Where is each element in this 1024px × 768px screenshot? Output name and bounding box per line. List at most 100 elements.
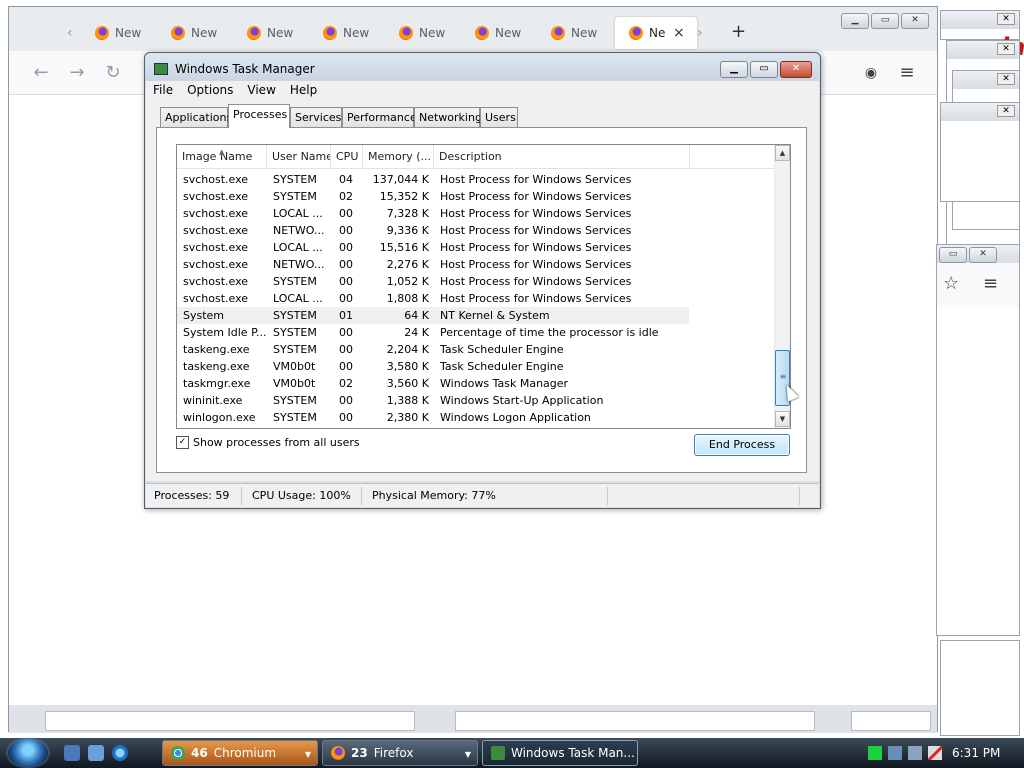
switch-windows-icon[interactable] — [88, 745, 104, 761]
firefox-logo-icon — [399, 26, 413, 40]
taskbar-chromium-button[interactable]: 46 Chromium ▼ — [162, 740, 318, 766]
menu-help[interactable]: Help — [283, 81, 324, 101]
reload-button[interactable]: ↻ — [101, 61, 125, 85]
cell-memory: 15,516 K — [379, 241, 429, 254]
stacked-window-field — [455, 711, 815, 731]
cell-memory: 2,204 K — [386, 343, 429, 356]
close-icon[interactable]: ✕ — [997, 43, 1015, 55]
taskbar-firefox-button[interactable]: 23 Firefox ▼ — [322, 740, 478, 766]
close-button[interactable]: ✕ — [780, 61, 812, 78]
minimize-button[interactable]: ▁ — [841, 13, 869, 29]
tab-networking[interactable]: Networking — [414, 107, 482, 127]
cell-image-name: System Idle P... — [183, 326, 267, 339]
firefox-tab[interactable]: New T — [461, 17, 535, 49]
firefox-tab[interactable]: New T — [537, 17, 611, 49]
maximize-button[interactable]: ▭ — [750, 61, 778, 78]
maximize-button[interactable]: ▭ — [939, 247, 967, 263]
clock[interactable]: 6:31 PM — [952, 746, 1000, 760]
process-row[interactable]: System SYSTEM 01 64 K NT Kernel & System — [177, 307, 689, 324]
firefox-tab[interactable]: New T — [81, 17, 155, 49]
maximize-button[interactable]: ▭ — [871, 13, 899, 29]
menu-view[interactable]: View — [240, 81, 282, 101]
app-menu-button[interactable]: ≡ — [983, 273, 998, 294]
start-button[interactable] — [8, 739, 48, 767]
tab-processes[interactable]: Processes — [228, 104, 290, 128]
process-row[interactable]: taskeng.exe VM0b0t 00 3,580 K Task Scheduler… — [177, 358, 689, 375]
process-row[interactable]: svchost.exe SYSTEM 02 15,352 K Host Process … — [177, 188, 689, 205]
firefox-tab[interactable]: New T — [385, 17, 459, 49]
close-button[interactable]: ✕ — [969, 247, 997, 263]
cell-image-name: taskmgr.exe — [183, 377, 251, 390]
pocket-icon[interactable]: ◉ — [859, 61, 883, 85]
column-memory[interactable]: Memory (... — [363, 145, 434, 169]
end-process-button[interactable]: End Process — [694, 434, 790, 456]
close-tab-icon[interactable]: × — [673, 25, 685, 41]
process-row[interactable]: svchost.exe LOCAL ... 00 7,328 K Host Proces… — [177, 205, 689, 222]
window-title: Windows Task Manager — [175, 62, 315, 76]
tab-label: New T — [267, 26, 293, 40]
close-icon[interactable]: ✕ — [997, 73, 1015, 85]
status-green-icon[interactable] — [868, 746, 882, 760]
firefox-tab[interactable]: New T — [157, 17, 231, 49]
task-manager-body: Applications Processes Services Performa… — [146, 101, 819, 481]
show-all-users-checkbox[interactable]: ✓ — [176, 435, 189, 449]
close-icon[interactable]: ✕ — [997, 105, 1015, 117]
window-titlebar: ✕ — [947, 41, 1019, 59]
menu-file[interactable]: File — [146, 81, 180, 101]
cell-user-name: SYSTEM — [273, 275, 317, 288]
process-row[interactable]: svchost.exe SYSTEM 00 1,052 K Host Process f… — [177, 273, 689, 290]
system-tray: 6:31 PM — [868, 740, 1024, 766]
firefox-tab[interactable]: New T — [309, 17, 383, 49]
process-row[interactable]: taskeng.exe SYSTEM 00 2,204 K Task Scheduler… — [177, 341, 689, 358]
cell-cpu: 01 — [339, 309, 353, 322]
process-row[interactable]: taskmgr.exe VM0b0t 02 3,560 K Windows Task M… — [177, 375, 689, 392]
scroll-down-icon[interactable]: ▼ — [775, 411, 790, 427]
cell-user-name: SYSTEM — [273, 411, 317, 424]
process-row[interactable]: wininit.exe SYSTEM 00 1,388 K Windows Start-… — [177, 392, 689, 409]
cell-cpu: 00 — [339, 360, 353, 373]
taskbar-task-manager-button[interactable]: Windows Task Man... — [482, 740, 638, 766]
firefox-tab-active[interactable]: Ne × — [615, 17, 697, 49]
internet-explorer-icon[interactable] — [112, 745, 128, 761]
tab-services[interactable]: Services — [290, 107, 342, 127]
show-all-users-option[interactable]: ✓ Show processes from all users — [176, 434, 360, 450]
process-row[interactable]: svchost.exe NETWO... 00 2,276 K Host Process… — [177, 256, 689, 273]
tab-scroll-left-icon[interactable]: ‹ — [67, 25, 73, 41]
minimize-button[interactable]: ▁ — [720, 61, 748, 78]
app-menu-button[interactable]: ≡ — [895, 61, 919, 85]
process-row[interactable]: svchost.exe LOCAL ... 00 1,808 K Host Proces… — [177, 290, 689, 307]
process-row[interactable]: svchost.exe SYSTEM 04 137,044 K Host Process… — [177, 171, 689, 188]
close-icon[interactable]: ✕ — [997, 13, 1015, 25]
display-icon[interactable] — [908, 746, 922, 760]
show-desktop-icon[interactable] — [64, 745, 80, 761]
firefox-tab[interactable]: New T — [233, 17, 307, 49]
process-row[interactable]: svchost.exe LOCAL ... 00 15,516 K Host Proce… — [177, 239, 689, 256]
volume-muted-icon[interactable] — [928, 746, 942, 760]
column-image-name[interactable]: Image Name ▲ — [177, 145, 267, 169]
tab-label: Ne — [649, 26, 666, 40]
window-controls: ▁ ▭ ✕ — [720, 61, 812, 78]
scroll-up-icon[interactable]: ▲ — [775, 145, 790, 161]
process-row[interactable]: winlogon.exe SYSTEM 00 2,380 K Windows Logon… — [177, 409, 689, 426]
tab-applications[interactable]: Applications — [160, 107, 232, 127]
close-button[interactable]: ✕ — [901, 13, 929, 29]
tab-performance[interactable]: Performance — [342, 107, 417, 127]
bookmark-star-icon[interactable]: ☆ — [943, 273, 959, 294]
menu-options[interactable]: Options — [180, 81, 240, 101]
column-user-name[interactable]: User Name — [267, 145, 331, 169]
network-icon[interactable] — [888, 746, 902, 760]
cell-description: Host Process for Windows Services — [440, 224, 632, 237]
tab-scroll-right-icon[interactable]: › — [697, 25, 703, 41]
process-row[interactable]: System Idle P... SYSTEM 00 24 K Percentage o… — [177, 324, 689, 341]
cell-description: Windows Logon Application — [440, 411, 591, 424]
forward-button[interactable]: → — [65, 61, 89, 85]
cell-description: Task Scheduler Engine — [440, 360, 564, 373]
cell-memory: 1,808 K — [386, 292, 429, 305]
new-tab-button[interactable]: + — [731, 21, 746, 42]
column-description[interactable]: Description — [434, 145, 690, 169]
tab-users[interactable]: Users — [480, 107, 518, 127]
back-button[interactable]: ← — [29, 61, 53, 85]
column-cpu[interactable]: CPU — [331, 145, 363, 169]
task-manager-titlebar[interactable]: Windows Task Manager ▁ ▭ ✕ — [145, 53, 820, 83]
process-row[interactable]: svchost.exe NETWO... 00 9,336 K Host Process… — [177, 222, 689, 239]
